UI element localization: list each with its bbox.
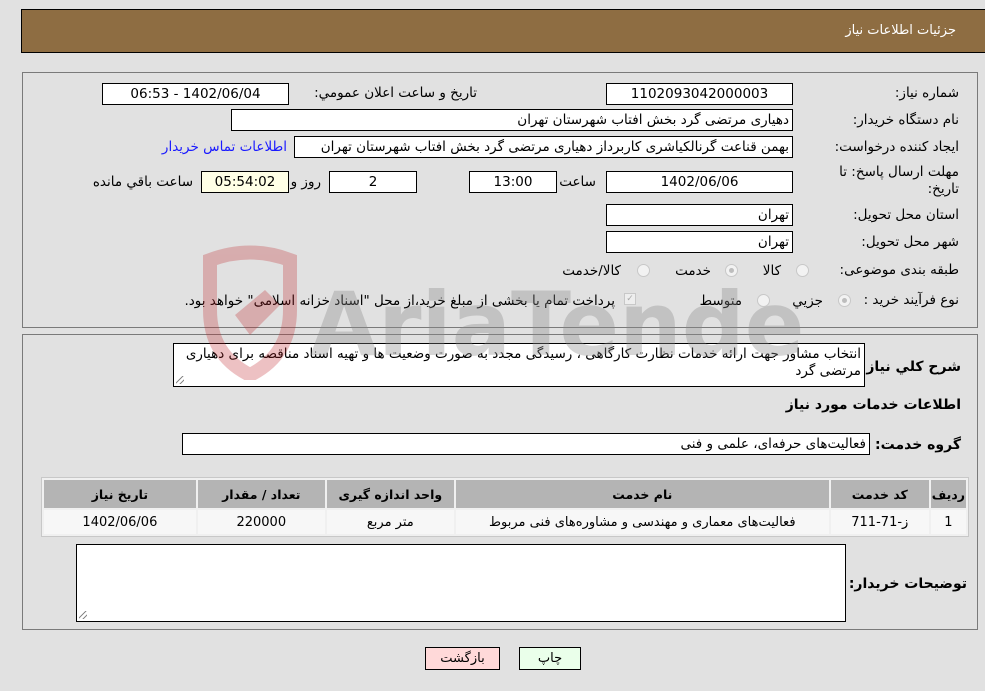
remaining-label: ساعت باقي مانده <box>92 174 193 190</box>
creator-field[interactable]: بهمن قناعت گرنالکیاشری کاربرداز دهیاری م… <box>294 136 793 158</box>
category-option-service: خدمت <box>675 263 711 279</box>
category-radio-goods[interactable] <box>796 264 809 277</box>
cell-row-number: 1 <box>930 510 966 534</box>
category-option-goods-service: کالا/خدمت <box>562 263 621 279</box>
announce-datetime-field[interactable]: 1402/06/04 - 06:53 <box>102 83 289 105</box>
page-title: جزئیات اطلاعات نیاز <box>845 23 956 38</box>
resize-grip-icon[interactable] <box>176 376 184 384</box>
province-field[interactable]: تهران <box>606 204 793 226</box>
time-label: ساعت <box>559 174 596 190</box>
table-row: 1 ز-71-711 فعالیت‌های معماری و مهندسی و … <box>44 510 966 534</box>
services-panel: شرح کلي نياز: انتخاب مشاور جهت ارائه خدم… <box>22 334 978 630</box>
category-label: طبقه بندی موضوعی: <box>839 262 959 278</box>
description-label: شرح کلي نياز: <box>860 359 961 375</box>
city-label: شهر محل تحویل: <box>861 234 959 250</box>
process-option-minor: جزيي <box>792 293 823 309</box>
table-header-row: رديف کد خدمت نام خدمت واحد اندازه گیری ت… <box>44 480 966 508</box>
col-quantity: تعداد / مقدار <box>197 480 325 508</box>
creator-label: ایجاد کننده درخواست: <box>834 139 959 155</box>
buyer-org-field[interactable]: دهیاری مرتضی گرد بخش افتاب شهرستان تهران <box>231 109 793 131</box>
cell-service-name: فعالیت‌های معماری و مهندسی و مشاوره‌های … <box>455 510 829 534</box>
back-button[interactable]: بازگشت <box>425 647 500 670</box>
page-header: جزئیات اطلاعات نیاز <box>21 9 985 53</box>
treasury-checkbox[interactable]: ✓ <box>624 293 636 305</box>
buyer-org-label: نام دستگاه خریدار: <box>852 112 959 128</box>
buyer-notes-label: توضیحات خریدار: <box>848 576 967 592</box>
process-option-medium: متوسط <box>699 293 742 309</box>
need-number-label: شماره نیاز: <box>894 85 959 101</box>
service-group-label: گروه خدمت: <box>875 437 961 453</box>
category-radio-goods-service[interactable] <box>637 264 650 277</box>
deadline-label: مهلت ارسال پاسخ: تا <box>839 164 959 180</box>
province-label: استان محل تحویل: <box>853 207 959 223</box>
col-service-name: نام خدمت <box>455 480 829 508</box>
cell-unit: متر مربع <box>326 510 454 534</box>
services-table: رديف کد خدمت نام خدمت واحد اندازه گیری ت… <box>41 477 969 537</box>
category-option-goods: کالا <box>762 263 781 279</box>
category-radio-service[interactable] <box>725 264 738 277</box>
deadline-time-field[interactable]: 13:00 <box>469 171 557 193</box>
service-group-field[interactable]: فعالیت‌های حرفه‌ای، علمی و فنی <box>182 433 870 455</box>
resize-grip-icon[interactable] <box>79 611 87 619</box>
buyer-notes-textarea[interactable] <box>76 544 846 622</box>
col-row-number: رديف <box>930 480 966 508</box>
print-button[interactable]: چاپ <box>519 647 581 670</box>
process-label: نوع فرآیند خرید : <box>863 292 959 308</box>
deadline-date-field[interactable]: 1402/06/06 <box>606 171 793 193</box>
col-unit: واحد اندازه گیری <box>326 480 454 508</box>
process-radio-medium[interactable] <box>757 294 770 307</box>
col-service-code: کد خدمت <box>830 480 929 508</box>
process-radio-minor[interactable] <box>838 294 851 307</box>
deadline-label-date: تاریخ: <box>927 181 959 197</box>
treasury-note: پرداخت تمام یا بخشی از مبلغ خرید،از محل … <box>184 293 615 309</box>
need-number-field[interactable]: 1102093042000003 <box>606 83 793 105</box>
remaining-time-field: 05:54:02 <box>201 171 289 193</box>
cell-quantity: 220000 <box>197 510 325 534</box>
description-textarea[interactable]: انتخاب مشاور جهت ارائه خدمات نظارت کارگا… <box>173 343 865 387</box>
days-remaining-field[interactable]: 2 <box>329 171 417 193</box>
announce-label: تاریخ و ساعت اعلان عمومي: <box>314 85 477 101</box>
city-field[interactable]: تهران <box>606 231 793 253</box>
description-text: انتخاب مشاور جهت ارائه خدمات نظارت کارگا… <box>185 346 861 379</box>
days-label: روز و <box>290 174 321 190</box>
buyer-contact-link[interactable]: اطلاعات تماس خریدار <box>162 139 287 155</box>
cell-service-code: ز-71-711 <box>830 510 929 534</box>
services-heading: اطلاعات خدمات مورد نیاز <box>785 397 961 413</box>
col-need-date: تاریخ نیاز <box>44 480 196 508</box>
details-panel: شماره نیاز: 1102093042000003 تاریخ و ساع… <box>22 72 978 328</box>
cell-need-date: 1402/06/06 <box>44 510 196 534</box>
